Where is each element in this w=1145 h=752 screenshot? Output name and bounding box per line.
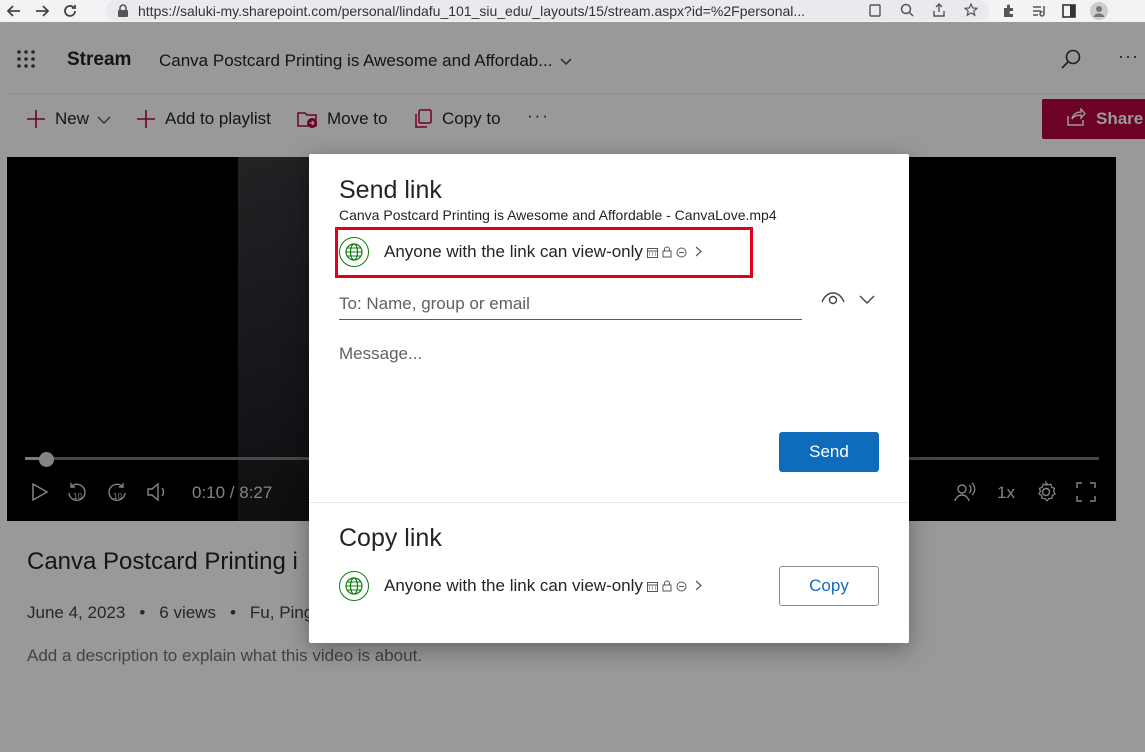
zoom-icon[interactable] bbox=[899, 2, 915, 18]
file-name: Canva Postcard Printing is Awesome and A… bbox=[339, 207, 777, 223]
copy-link-permission-text: Anyone with the link can view-only bbox=[384, 576, 643, 595]
send-link-title: Send link bbox=[339, 176, 442, 204]
calendar-icon bbox=[646, 581, 658, 592]
dialog-divider bbox=[309, 502, 909, 503]
highlight-annotation bbox=[335, 227, 753, 278]
recipients-input[interactable] bbox=[339, 289, 802, 320]
send-button[interactable]: Send bbox=[779, 432, 879, 472]
share-page-icon[interactable] bbox=[931, 2, 947, 18]
lock-icon bbox=[116, 3, 130, 18]
back-icon[interactable] bbox=[0, 0, 28, 22]
clipboard-icon[interactable] bbox=[867, 2, 883, 18]
reload-icon[interactable] bbox=[56, 0, 84, 22]
profile-avatar-icon[interactable] bbox=[1090, 2, 1108, 20]
extensions-icon[interactable] bbox=[1000, 2, 1018, 20]
forward-icon[interactable] bbox=[28, 0, 56, 22]
lock-icon bbox=[662, 580, 672, 592]
chevron-right-icon bbox=[695, 578, 702, 594]
share-dialog: Send link Canva Postcard Printing is Awe… bbox=[309, 154, 909, 643]
block-download-icon bbox=[676, 581, 687, 592]
copy-link-settings-button[interactable]: Anyone with the link can view-only bbox=[339, 571, 702, 601]
permission-dropdown[interactable] bbox=[821, 290, 875, 311]
copy-button[interactable]: Copy bbox=[779, 566, 879, 606]
url-text[interactable]: https://saluki-my.sharepoint.com/persona… bbox=[138, 3, 850, 19]
sidepanel-icon[interactable] bbox=[1060, 2, 1078, 20]
media-icon[interactable] bbox=[1030, 2, 1048, 20]
message-input[interactable] bbox=[339, 344, 879, 424]
globe-icon bbox=[339, 571, 369, 601]
star-icon[interactable] bbox=[963, 2, 979, 18]
address-bar[interactable]: https://saluki-my.sharepoint.com/persona… bbox=[106, 0, 989, 21]
chevron-down-icon bbox=[859, 292, 875, 310]
eye-icon bbox=[821, 290, 845, 311]
copy-link-title: Copy link bbox=[339, 524, 442, 552]
